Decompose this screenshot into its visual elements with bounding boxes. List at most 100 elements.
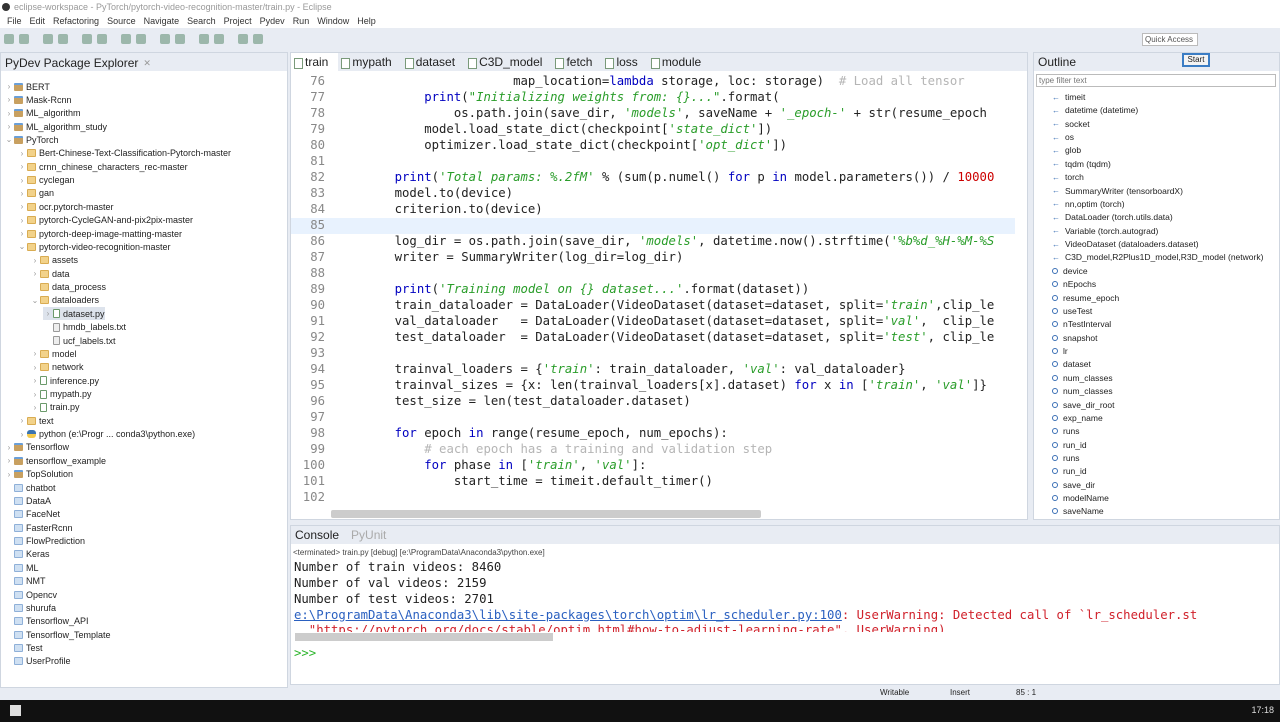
outline-item[interactable]: ← torch bbox=[1052, 172, 1084, 182]
menu-file[interactable]: File bbox=[3, 14, 26, 28]
outline-item[interactable]: ← SummaryWriter (tensorboardX) bbox=[1052, 186, 1183, 196]
outline-item[interactable]: ← DataLoader (torch.utils.data) bbox=[1052, 212, 1173, 222]
console-prompt[interactable]: >>> bbox=[294, 646, 316, 660]
outline-item[interactable]: exp_name bbox=[1052, 413, 1103, 423]
tab-loss[interactable]: loss bbox=[602, 53, 647, 71]
tree-item[interactable]: › python (e:\Progr ... conda3\python.exe) bbox=[17, 428, 195, 441]
toolbar-button-icon[interactable] bbox=[253, 34, 263, 44]
tree-item[interactable]: › BERT bbox=[4, 80, 50, 93]
chevron-right-icon[interactable]: › bbox=[17, 149, 27, 158]
chevron-right-icon[interactable]: › bbox=[17, 162, 27, 171]
tree-item[interactable]: chatbot bbox=[4, 481, 56, 494]
tab-mypath[interactable]: mypath bbox=[338, 53, 401, 71]
tree-item[interactable]: ⌄ dataloaders bbox=[30, 294, 99, 307]
chevron-right-icon[interactable]: › bbox=[30, 376, 40, 385]
menu-source[interactable]: Source bbox=[103, 14, 140, 28]
tab-c3d_model[interactable]: C3D_model bbox=[465, 53, 552, 71]
tab-pyunit[interactable]: PyUnit bbox=[351, 528, 386, 542]
outline-item[interactable]: lr bbox=[1052, 346, 1068, 356]
toolbar-button-icon[interactable] bbox=[199, 34, 209, 44]
tree-item[interactable]: › network bbox=[30, 361, 84, 374]
outline-item[interactable]: ← socket bbox=[1052, 119, 1090, 129]
outline-item[interactable]: runs bbox=[1052, 426, 1080, 436]
outline-item[interactable]: resume_epoch bbox=[1052, 293, 1119, 303]
tree-item[interactable]: › ML_algorithm_study bbox=[4, 120, 107, 133]
tree-item[interactable]: data_process bbox=[30, 281, 106, 294]
chevron-right-icon[interactable]: › bbox=[30, 349, 40, 358]
chevron-right-icon[interactable]: › bbox=[4, 122, 14, 131]
tree-item[interactable]: ⌄ PyTorch bbox=[4, 133, 59, 146]
chevron-right-icon[interactable]: › bbox=[4, 443, 14, 452]
tree-item[interactable]: ucf_labels.txt bbox=[43, 334, 116, 347]
toolbar-button-icon[interactable] bbox=[175, 34, 185, 44]
tree-item[interactable]: › train.py bbox=[30, 401, 80, 414]
tab-train[interactable]: train bbox=[291, 53, 339, 71]
outline-item[interactable]: ← os bbox=[1052, 132, 1074, 142]
tree-item[interactable]: hmdb_labels.txt bbox=[43, 321, 126, 334]
toolbar-button-icon[interactable] bbox=[214, 34, 224, 44]
tree-item[interactable]: › gan bbox=[17, 187, 54, 200]
outline-filter-input[interactable] bbox=[1036, 74, 1276, 87]
tree-item[interactable]: ML bbox=[4, 561, 39, 574]
outline-item[interactable]: run_id bbox=[1052, 440, 1087, 450]
chevron-right-icon[interactable]: › bbox=[43, 309, 53, 318]
outline-item[interactable]: save_dir bbox=[1052, 480, 1095, 490]
tree-item[interactable]: FaceNet bbox=[4, 508, 60, 521]
outline-item[interactable]: useTest bbox=[1052, 306, 1092, 316]
horizontal-scrollbar[interactable] bbox=[331, 510, 761, 518]
chevron-right-icon[interactable]: › bbox=[17, 229, 27, 238]
outline-item[interactable]: ← nn,optim (torch) bbox=[1052, 199, 1125, 209]
outline-item[interactable]: modelName bbox=[1052, 493, 1109, 503]
outline-item[interactable]: nTestInterval bbox=[1052, 319, 1111, 329]
chevron-right-icon[interactable]: › bbox=[17, 176, 27, 185]
outline-item[interactable]: device bbox=[1052, 266, 1088, 276]
chevron-right-icon[interactable]: › bbox=[17, 216, 27, 225]
outline-item[interactable]: ← C3D_model,R2Plus1D_model,R3D_model (net… bbox=[1052, 252, 1263, 262]
outline-item[interactable]: num_classes bbox=[1052, 386, 1113, 396]
outline-item[interactable]: ← timeit bbox=[1052, 92, 1085, 102]
menu-refactoring[interactable]: Refactoring bbox=[49, 14, 103, 28]
toolbar-button-icon[interactable] bbox=[82, 34, 92, 44]
outline-title[interactable]: Outline bbox=[1034, 53, 1279, 71]
outline-item[interactable]: snapshot bbox=[1052, 333, 1098, 343]
tree-item[interactable]: Tensorflow_API bbox=[4, 615, 89, 628]
tree-item[interactable]: shurufa bbox=[4, 601, 56, 614]
explorer-title[interactable]: PyDev Package Explorer bbox=[5, 56, 138, 70]
tree-item[interactable]: › tensorflow_example bbox=[4, 454, 106, 467]
tree-item[interactable]: DataA bbox=[4, 494, 51, 507]
tree-item[interactable]: › inference.py bbox=[30, 374, 99, 387]
outline-item[interactable]: num_classes bbox=[1052, 373, 1113, 383]
outline-item[interactable]: run_id bbox=[1052, 466, 1087, 476]
tree-item[interactable]: › pytorch-deep-image-matting-master bbox=[17, 227, 182, 240]
tree-item[interactable]: ⌄ pytorch-video-recognition-master bbox=[17, 240, 171, 253]
chevron-right-icon[interactable]: › bbox=[4, 82, 14, 91]
outline-item[interactable]: saveName bbox=[1052, 506, 1104, 516]
chevron-right-icon[interactable]: › bbox=[30, 256, 40, 265]
outline-item[interactable]: ← tqdm (tqdm) bbox=[1052, 159, 1111, 169]
toolbar-button-icon[interactable] bbox=[58, 34, 68, 44]
start-tooltip-button[interactable]: Start bbox=[1182, 53, 1210, 67]
chevron-right-icon[interactable]: › bbox=[30, 269, 40, 278]
tree-item[interactable]: › pytorch-CycleGAN-and-pix2pix-master bbox=[17, 214, 193, 227]
toolbar-button-icon[interactable] bbox=[238, 34, 248, 44]
tab-dataset[interactable]: dataset bbox=[402, 53, 465, 71]
menu-run[interactable]: Run bbox=[289, 14, 314, 28]
chevron-right-icon[interactable]: › bbox=[17, 430, 27, 439]
tree-item[interactable]: UserProfile bbox=[4, 655, 71, 668]
chevron-down-icon[interactable]: ⌄ bbox=[17, 242, 27, 251]
menu-edit[interactable]: Edit bbox=[26, 14, 50, 28]
chevron-right-icon[interactable]: › bbox=[4, 470, 14, 479]
tab-module[interactable]: module bbox=[648, 53, 711, 71]
menu-navigate[interactable]: Navigate bbox=[140, 14, 184, 28]
chevron-right-icon[interactable]: › bbox=[17, 202, 27, 211]
tab-console[interactable]: Console bbox=[295, 528, 339, 542]
code-area[interactable]: 76 map_location=lambda storage, loc: sto… bbox=[291, 73, 1015, 507]
chevron-right-icon[interactable]: › bbox=[17, 416, 27, 425]
chevron-right-icon[interactable]: › bbox=[30, 363, 40, 372]
tree-item[interactable]: › assets bbox=[30, 254, 78, 267]
close-icon[interactable]: ✕ bbox=[143, 58, 151, 69]
tree-item[interactable]: › Bert-Chinese-Text-Classification-Pytorc… bbox=[17, 147, 231, 160]
tree-item[interactable]: › ocr.pytorch-master bbox=[17, 200, 114, 213]
toolbar-button-icon[interactable] bbox=[121, 34, 131, 44]
menu-pydev[interactable]: Pydev bbox=[256, 14, 289, 28]
